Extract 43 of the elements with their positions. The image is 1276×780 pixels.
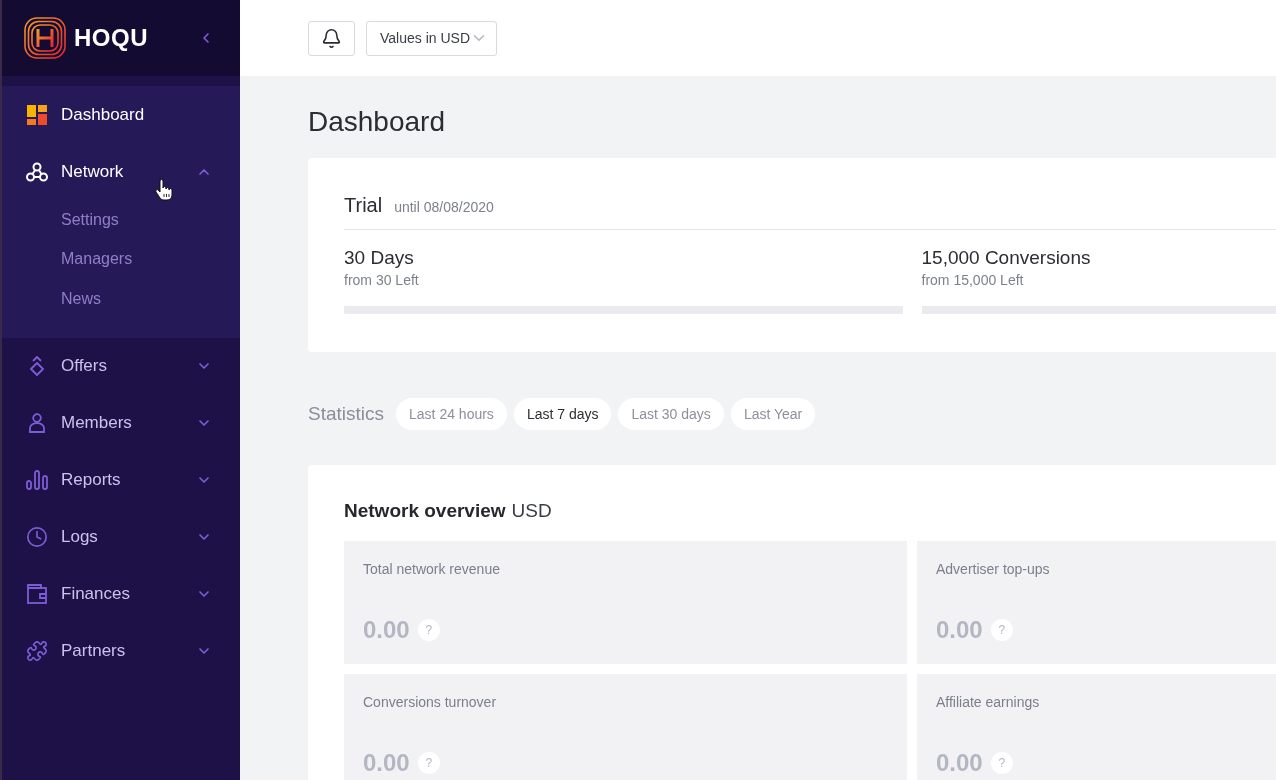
network-icon — [26, 161, 48, 182]
period-tab[interactable]: Last 7 days — [513, 398, 612, 430]
page-title: Dashboard — [308, 105, 446, 139]
trial-stat-note: from 30 Left — [344, 271, 420, 290]
puzzle-icon — [26, 640, 48, 662]
nav-subitem[interactable]: Managers — [2, 239, 240, 279]
overview-title: Network overview — [344, 499, 506, 523]
metric-label: Conversions turnover — [363, 693, 498, 711]
clock-icon — [26, 526, 48, 548]
metric-value: 0.00 — [936, 618, 983, 642]
nav-item[interactable]: Finances — [2, 565, 240, 623]
bell-icon — [321, 27, 342, 49]
nav-item[interactable]: Network — [2, 143, 240, 200]
logo-icon — [24, 17, 66, 59]
trial-stat-note: from 15,000 Left — [921, 271, 1025, 290]
nav-subitem[interactable]: Settings — [2, 200, 240, 240]
trial-until: until 08/08/2020 — [394, 199, 494, 215]
trial-stat-value: 30 Days — [344, 246, 415, 270]
currency-select[interactable]: Values in USD — [366, 20, 497, 56]
metric-label: Affiliate earnings — [936, 693, 1041, 711]
user-icon — [26, 413, 48, 433]
wallet-icon — [26, 584, 48, 604]
hand-cursor-icon — [155, 179, 173, 201]
metric-value: 0.00 — [363, 751, 410, 775]
nav-item[interactable]: Offers — [2, 337, 240, 395]
nav-item[interactable]: Reports — [2, 451, 240, 509]
trial-title: Trial — [344, 193, 383, 217]
trial-stat-value: 15,000 Conversions — [921, 246, 1092, 270]
overview-currency: USD — [511, 499, 552, 523]
nav-item[interactable]: Partners — [2, 622, 240, 680]
bar-chart-icon — [26, 470, 48, 490]
nav-item[interactable]: Members — [2, 394, 240, 452]
brand-name: HOQU — [74, 24, 148, 52]
metric-value: 0.00 — [363, 618, 410, 642]
statistics-label: Statistics — [308, 403, 385, 425]
notifications-button[interactable] — [308, 20, 355, 56]
nav-subitem[interactable]: News — [2, 279, 240, 319]
grid-icon — [26, 104, 48, 125]
metric-value: 0.00 — [936, 751, 983, 775]
nav-item[interactable]: Logs — [2, 508, 240, 566]
metric-label: Total network revenue — [363, 560, 501, 578]
metric-label: Advertiser top-ups — [936, 560, 1051, 578]
nav-item[interactable]: Dashboard — [2, 86, 240, 143]
